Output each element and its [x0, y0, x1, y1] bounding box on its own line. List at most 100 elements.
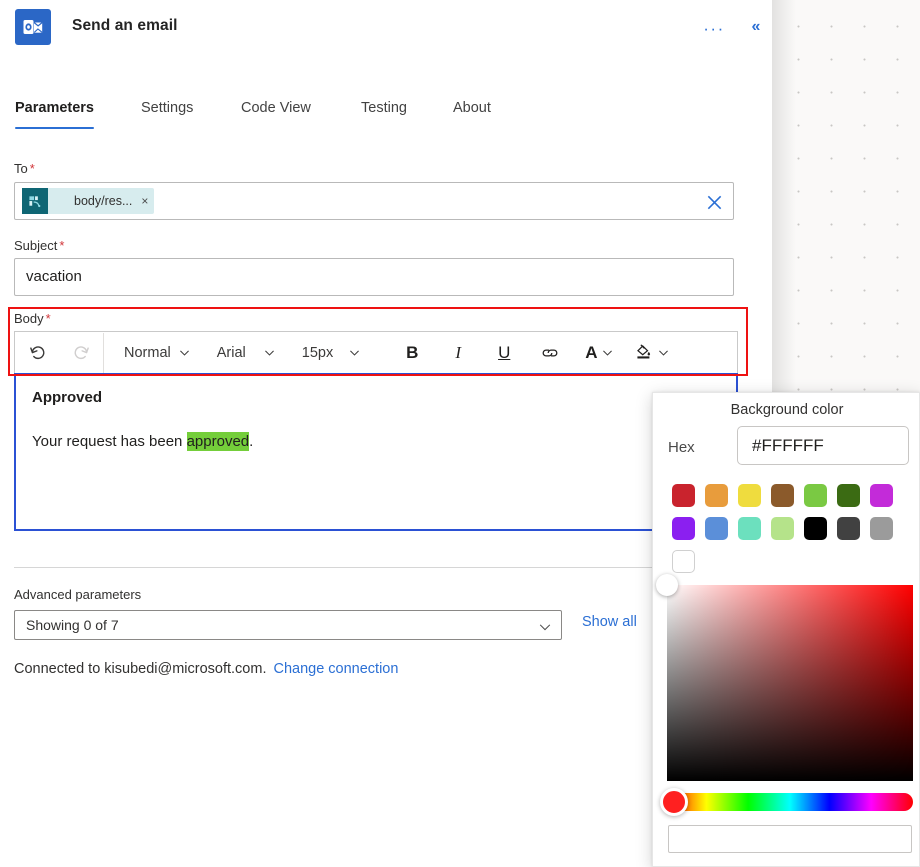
swatch-dark-gray[interactable]	[832, 512, 865, 545]
chevron-down-icon	[348, 346, 361, 359]
clear-field-icon[interactable]	[703, 191, 725, 213]
link-icon[interactable]	[527, 333, 573, 373]
highlight-color-button[interactable]	[628, 333, 676, 373]
swatch-color	[672, 550, 695, 573]
chevron-down-icon	[538, 620, 552, 634]
change-connection-link[interactable]: Change connection	[273, 661, 398, 677]
tab-settings[interactable]: Settings	[141, 88, 193, 128]
body-rich-text-editor[interactable]: Approved Your request has been approved.	[14, 373, 738, 531]
text-style-value: Normal	[124, 345, 171, 361]
subject-value: vacation	[26, 268, 82, 285]
swatch-red[interactable]	[667, 479, 700, 512]
dynamic-content-chip[interactable]: body/res... ×	[22, 188, 154, 214]
to-field-label: To*	[14, 161, 35, 176]
section-divider	[14, 567, 738, 568]
saturation-value-gradient[interactable]	[667, 585, 913, 781]
swatch-gray[interactable]	[865, 512, 898, 545]
subject-field[interactable]: vacation	[14, 258, 734, 296]
background-color-picker-flyout: Background color Hex	[652, 392, 920, 867]
advanced-parameters-value: Showing 0 of 7	[26, 617, 119, 633]
hue-slider-thumb[interactable]	[660, 788, 688, 816]
subject-label-text: Subject	[14, 238, 57, 253]
body-heading-text: Approved	[32, 389, 720, 406]
chevron-down-icon	[601, 346, 614, 359]
tab-testing[interactable]: Testing	[361, 88, 407, 128]
font-size-dropdown[interactable]: 15px	[292, 333, 371, 373]
bold-button[interactable]: B	[389, 333, 435, 373]
underline-button[interactable]: U	[481, 333, 527, 373]
to-field[interactable]: body/res... ×	[14, 182, 734, 220]
italic-button[interactable]: I	[435, 333, 481, 373]
swatch-black[interactable]	[799, 512, 832, 545]
hue-slider-track[interactable]	[667, 793, 913, 811]
toolbar-separator	[103, 333, 104, 373]
swatch-color	[870, 517, 893, 540]
swatch-pale-green[interactable]	[766, 512, 799, 545]
required-indicator: *	[46, 311, 51, 326]
body-label-text: Body	[14, 311, 44, 326]
chip-remove-icon[interactable]: ×	[141, 194, 148, 208]
swatch-purple[interactable]	[667, 512, 700, 545]
font-color-icon: A	[585, 343, 597, 363]
required-indicator: *	[59, 238, 64, 253]
color-value-input[interactable]	[668, 825, 912, 853]
swatch-color	[837, 517, 860, 540]
tab-label: Testing	[361, 100, 407, 116]
swatch-blue[interactable]	[700, 512, 733, 545]
hex-input[interactable]	[737, 426, 909, 465]
advanced-parameters-label: Advanced parameters	[14, 587, 141, 602]
swatch-color	[705, 484, 728, 507]
tab-parameters[interactable]: Parameters	[15, 88, 94, 128]
chevron-down-icon	[263, 346, 276, 359]
swatch-brown[interactable]	[766, 479, 799, 512]
dynamic-content-icon	[22, 188, 48, 214]
swatch-magenta[interactable]	[865, 479, 898, 512]
chevron-down-icon	[178, 346, 191, 359]
tab-label: About	[453, 100, 491, 116]
outlook-icon	[15, 9, 51, 45]
swatch-yellow[interactable]	[733, 479, 766, 512]
font-family-dropdown[interactable]: Arial	[207, 333, 286, 373]
subject-field-label: Subject*	[14, 238, 64, 253]
rich-text-toolbar: Normal Arial 15px B I U A	[14, 331, 738, 373]
tab-label: Parameters	[15, 100, 94, 116]
tab-strip: Parameters Settings Code View Testing Ab…	[0, 88, 772, 130]
redo-icon[interactable]	[59, 333, 103, 373]
show-all-link[interactable]: Show all	[582, 614, 637, 630]
tab-label: Settings	[141, 100, 193, 116]
connection-status: Connected to kisubedi@microsoft.com. Chan…	[14, 661, 398, 677]
body-field-label: Body*	[14, 311, 51, 326]
swatch-color	[705, 517, 728, 540]
more-options-button[interactable]: ···	[700, 16, 728, 40]
swatch-color	[771, 517, 794, 540]
to-label-text: To	[14, 161, 28, 176]
swatch-orange[interactable]	[700, 479, 733, 512]
highlighted-word: approved	[187, 432, 250, 451]
undo-icon[interactable]	[15, 333, 59, 373]
advanced-parameters-dropdown[interactable]: Showing 0 of 7	[14, 610, 562, 640]
swatch-aqua[interactable]	[733, 512, 766, 545]
swatch-color	[672, 484, 695, 507]
chevron-down-icon	[657, 346, 670, 359]
connection-text: Connected to kisubedi@microsoft.com.	[14, 661, 266, 677]
tab-about[interactable]: About	[453, 88, 491, 128]
gradient-thumb-handle[interactable]	[656, 574, 678, 596]
swatch-color	[804, 517, 827, 540]
paragraph-text-after: .	[249, 433, 253, 450]
font-color-button[interactable]: A	[579, 333, 620, 373]
swatch-color	[738, 517, 761, 540]
text-style-dropdown[interactable]: Normal	[114, 333, 201, 373]
tab-active-indicator	[15, 127, 94, 130]
swatch-dark-green[interactable]	[832, 479, 865, 512]
paragraph-text-before: Your request has been	[32, 433, 187, 450]
body-paragraph-text: Your request has been approved.	[32, 433, 720, 450]
color-picker-title: Background color	[653, 402, 920, 418]
swatch-light-green[interactable]	[799, 479, 832, 512]
swatch-color	[804, 484, 827, 507]
collapse-panel-button[interactable]: «	[742, 14, 770, 40]
swatch-color	[771, 484, 794, 507]
panel-header: Send an email ··· «	[0, 0, 772, 58]
swatch-white[interactable]	[667, 545, 700, 578]
tab-code-view[interactable]: Code View	[241, 88, 311, 128]
swatch-color	[837, 484, 860, 507]
